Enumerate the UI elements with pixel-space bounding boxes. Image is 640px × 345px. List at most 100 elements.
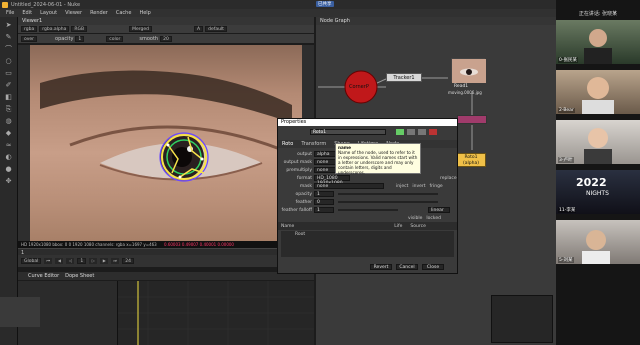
self-camera-thumbnail[interactable] [0,297,40,327]
participant-tile-5[interactable]: 5-刘某 [556,220,640,264]
node-graph-tab[interactable]: Node Graph [316,17,556,25]
eraser-tool-icon[interactable]: ◧ [3,93,14,101]
visible-checkbox[interactable]: visible [408,216,422,221]
smear-tool-icon[interactable]: ≈ [3,141,14,149]
replace-checkbox[interactable]: replace [440,176,457,181]
first-frame-icon[interactable]: ⏮ [44,258,53,264]
feather-falloff-field[interactable]: 1 [314,207,334,213]
rate-select[interactable]: Global [21,258,42,264]
viewer-tab[interactable]: Viewer1 [18,17,314,25]
format-select[interactable]: over [21,35,38,42]
menu-viewer[interactable]: Viewer [65,10,82,16]
timeline-ruler[interactable]: 1 100 [18,248,314,256]
next-frame-icon[interactable]: ▶ [100,258,109,264]
opacity-field[interactable]: 1 [314,191,334,197]
select-tool-icon[interactable]: ➤ [3,21,14,29]
tab-transform[interactable]: Transform [297,141,330,147]
curve-grid [118,281,314,345]
screen-text-2022: 2022 [576,176,607,189]
fps-field[interactable]: 24 [122,258,134,264]
tracker-node[interactable]: Tracker1 [386,73,422,82]
cornerpin-node-label: CornerP [349,84,369,90]
ellipse-tool-icon[interactable]: ○ [3,57,14,65]
list-item-root[interactable]: Root [295,232,305,237]
falloff-type-select[interactable]: linear [428,207,450,213]
frame-field[interactable]: 1 [77,258,87,264]
node-color-swatch[interactable] [396,129,404,135]
rectangle-tool-icon[interactable]: ▭ [3,69,14,77]
feather-field[interactable]: 0 [314,199,334,205]
last-frame-icon[interactable]: ⏭ [111,258,120,264]
bezier-tool-icon[interactable]: ✎ [3,33,14,41]
viewer-image[interactable] [30,45,302,241]
participant-tile-2[interactable]: 2-Bear [556,70,640,114]
list-header-source: Source [410,223,426,229]
title-bar: Untitled_2024-06-01 - Nuke 已共享 [0,0,640,9]
tab-curve-editor[interactable]: Curve Editor [28,273,59,279]
burn-tool-icon[interactable]: ● [3,165,14,173]
close-button[interactable]: Close [422,264,444,270]
menu-edit[interactable]: Edit [22,10,32,16]
revert-button[interactable]: Revert [370,264,392,270]
inject-checkbox[interactable]: inject [396,184,408,189]
dodge-tool-icon[interactable]: ◐ [3,153,14,161]
participant-tile-4[interactable]: 2022 NIGHTS 11-李某 [556,170,640,214]
nuke-logo-icon [2,1,8,8]
merge-select[interactable]: Merged [129,26,153,32]
tab-roto[interactable]: Roto [278,141,297,147]
smooth-field[interactable]: 20 [160,35,172,42]
menu-cache[interactable]: Cache [116,10,132,16]
viewer-info-line: HD 1920x1080 bbox: 0 0 1920 1080 channel… [18,241,314,248]
screen-text-nights: NIGHTS [586,190,609,197]
fringe-checkbox[interactable]: fringe [430,184,443,189]
close-panel-icon[interactable] [429,129,437,135]
lut-select[interactable]: default [205,26,227,32]
list-header-life: Life [394,223,403,229]
rotoshape-overlay[interactable] [158,129,214,187]
play-forward-icon[interactable]: ▷ [89,258,98,264]
smooth-label: smooth [139,35,159,42]
help-icon[interactable] [407,129,415,135]
transform-tool-icon[interactable]: ✥ [3,177,14,185]
app-root: Untitled_2024-06-01 - Nuke 已共享 File Edit… [0,0,640,345]
mask-select[interactable]: none [314,183,384,189]
input-a-select[interactable]: A [194,26,204,32]
channels-select[interactable]: rgba [21,26,38,32]
brush-tool-icon[interactable]: ✐ [3,81,14,89]
feather-falloff-slider[interactable] [338,209,398,211]
node-name-field[interactable]: Roto1 [310,129,386,135]
participant-tile-3[interactable]: 3-卢叶 [556,120,640,164]
merge-node[interactable] [457,115,487,124]
blur-tool-icon[interactable]: ◍ [3,117,14,125]
colorspace-select[interactable]: RGB [71,26,88,32]
menu-layout[interactable]: Layout [40,10,57,16]
prev-frame-icon[interactable]: ◀ [55,258,64,264]
opacity-slider[interactable] [338,193,438,195]
shape-list[interactable]: Root [281,231,454,257]
play-backward-icon[interactable]: ◁ [66,258,75,264]
invert-checkbox[interactable]: invert [412,184,425,189]
sharpen-tool-icon[interactable]: ◆ [3,129,14,137]
output-mask-label: output mask [283,159,312,165]
share-badge[interactable]: 已共享 [316,1,334,7]
format-select[interactable]: HD_1080 1920x1080 [314,175,350,186]
roto-node[interactable]: Roto1 (alpha) [456,153,486,167]
tool-column: ➤ ✎ ⌒ ○ ▭ ✐ ◧ ⎘ ◍ ◆ ≈ ◐ ● ✥ [0,17,18,345]
menu-help[interactable]: Help [139,10,150,16]
participant-tile-1[interactable]: 0-张民某 [556,20,640,64]
node-graph-minimap[interactable] [491,295,553,343]
menu-render[interactable]: Render [90,10,108,16]
bspline-tool-icon[interactable]: ⌒ [3,45,14,53]
read-node-thumbnail[interactable] [451,58,486,83]
float-panel-icon[interactable] [418,129,426,135]
clone-tool-icon[interactable]: ⎘ [3,105,14,113]
feather-slider[interactable] [338,201,438,203]
tab-dope-sheet[interactable]: Dope Sheet [65,273,94,279]
opacity-field[interactable]: 1 [75,35,85,42]
blend-select[interactable]: color [106,35,124,42]
cancel-button[interactable]: Cancel [396,264,418,270]
menu-file[interactable]: File [6,10,14,16]
alpha-select[interactable]: rgba.alpha [39,26,70,32]
properties-title: Properties [278,119,457,126]
locked-checkbox[interactable]: locked [426,216,441,221]
